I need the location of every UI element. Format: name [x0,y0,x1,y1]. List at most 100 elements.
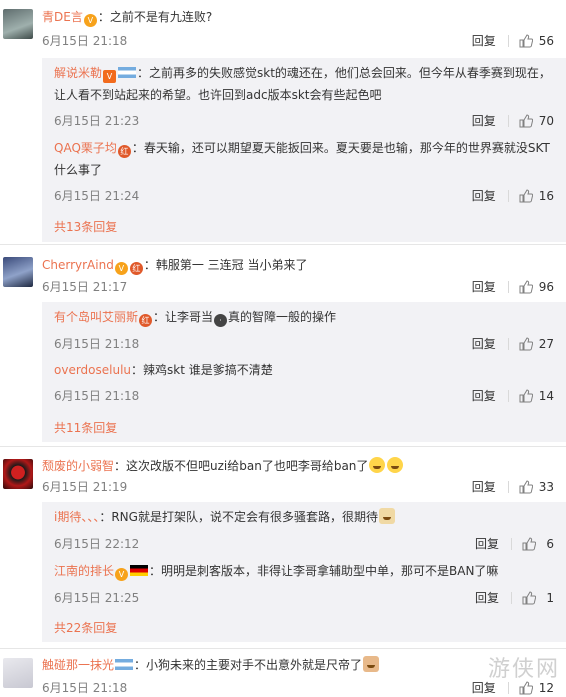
divider [507,34,509,47]
comment-text: ：小狗未来的主要对手不出意外就是尺帝了 [134,658,363,672]
comment-thread: 青DE言 V ：之前不是有九连败? 6月15日 21:18 回复 56 解说米勒 V：… [0,0,566,242]
thumbs-up-icon[interactable] [519,389,533,403]
reply-item: 解说米勒 V ：之前再多的失败感觉skt的魂还在，他们总会回来。但今年从春季赛到现在… [54,62,554,128]
username-link[interactable]: 触碰那一抹光 [42,658,114,672]
member-badge-icon: 红 [129,262,143,275]
avatar[interactable] [3,9,33,39]
member-badge-icon: 红 [117,145,131,158]
username-link[interactable]: 有个岛叫艾丽斯 [54,310,138,324]
timestamp: 6月15日 21:18 [42,681,128,695]
reply-item: QAQ栗子均红：春天输，还可以期望夏天能扳回来。夏天要是也输，那今年的世界赛就没… [54,137,554,203]
germany-flag-icon [130,565,149,576]
replies-panel: i期待、、、：RNG就是打架队，说不定会有很多骚套路，很期待 6月15日 22:… [42,502,566,642]
avatar[interactable] [3,459,33,489]
reply-text: 真的智障一般的操作 [228,310,337,324]
comment-thread: 触碰那一抹光 ：小狗未来的主要对手不出意外就是尺帝了 6月15日 21:18 回复… [0,649,566,697]
thumbs-up-icon[interactable] [519,279,533,294]
divider [507,480,509,493]
timestamp: 6月15日 21:18 [54,337,140,351]
argentina-flag-icon [118,67,137,78]
timestamp: 6月15日 21:18 [54,389,140,403]
thumbs-up-icon[interactable] [522,537,536,551]
thumbs-up-icon[interactable] [519,114,533,128]
reply-button[interactable]: 回复 [472,478,496,495]
like-count: 96 [538,279,554,294]
more-replies-link[interactable]: 共11条回复 [54,419,117,436]
replies-panel: 解说米勒 V ：之前再多的失败感觉skt的魂还在，他们总会回来。但今年从春季赛到现在… [42,58,566,242]
reply-text: ：让李哥当 [153,310,214,324]
cat-emoji-icon [363,656,380,672]
reply-button[interactable]: 回复 [475,533,499,555]
timestamp: 6月15日 21:23 [54,114,140,128]
divider [511,592,512,604]
timestamp: 6月15日 21:18 [42,34,128,48]
laughing-emoji-icon [387,457,404,473]
like-count: 70 [538,114,554,128]
timestamp: 6月15日 21:25 [54,591,140,605]
reply-item: overdoselulu：辣鸡skt 谁是爹搞不清楚 6月15日 21:18 回… [54,359,554,403]
username-link[interactable]: 江南的排长 [54,564,114,578]
reply-button[interactable]: 回复 [472,278,496,295]
like-count: 56 [538,33,554,48]
username-link[interactable]: i期待、、、 [54,510,99,524]
timestamp: 6月15日 21:17 [42,280,128,294]
doge-emoji-icon [378,508,395,524]
reply-item: 江南的排长 V ：明明是刺客版本，非得让李哥拿辅助型中单，那可不是BAN了嘛 6月1… [54,560,554,605]
divider [507,681,509,694]
reply-text: ：明明是刺客版本，非得让李哥拿辅助型中单，那可不是BAN了嘛 [149,564,499,578]
like-count: 14 [538,389,554,403]
reply-button[interactable]: 回复 [475,587,499,609]
member-badge-icon: V [83,14,97,27]
vip-badge-icon: V [103,70,117,83]
thumbs-up-icon[interactable] [522,591,536,605]
thumbs-up-icon[interactable] [519,479,533,494]
divider [507,338,509,350]
watermark: 游侠网 [487,657,560,682]
reply-button[interactable]: 回复 [472,32,496,49]
username-link[interactable]: 颓废的小弱智 [42,459,114,473]
username-link[interactable]: CherryrAind [42,258,114,272]
more-replies-link[interactable]: 共13条回复 [54,218,117,235]
reply-button[interactable]: 回复 [472,110,496,132]
divider [507,390,509,402]
reply-text: ：辣鸡skt 谁是爹搞不清楚 [131,363,273,377]
member-badge-icon: 红 [139,314,153,327]
comment-text: ：这次改版不但吧uzi给ban了也吧李哥给ban了 [114,459,369,473]
reply-item: i期待、、、：RNG就是打架队，说不定会有很多骚套路，很期待 6月15日 22:… [54,506,554,551]
replies-panel: 有个岛叫艾丽斯红：让李哥当 · 真的智障一般的操作 6月15日 21:18 回复 2… [42,302,566,442]
like-count: 27 [538,337,554,351]
avatar[interactable] [3,257,33,287]
reply-button[interactable]: 回复 [472,385,496,407]
like-count: 33 [538,479,554,494]
divider [507,190,509,202]
username-link[interactable]: 解说米勒 [54,66,102,80]
reply-button[interactable]: 回复 [472,185,496,207]
timestamp: 6月15日 22:12 [54,537,140,551]
comment-thread: 颓废的小弱智：这次改版不但吧uzi给ban了也吧李哥给ban了 6月15日 21… [0,447,566,642]
laughing-emoji-icon [369,457,386,473]
comment-text: ：韩服第一 三连冠 当小弟来了 [143,258,308,272]
thumbs-up-icon[interactable] [519,189,533,203]
timestamp: 6月15日 21:19 [42,480,128,494]
member-badge-icon: V [115,568,129,581]
like-count: 6 [546,537,554,551]
username-link[interactable]: QAQ栗子均 [54,141,117,155]
reply-text: ：RNG就是打架队，说不定会有很多骚套路，很期待 [99,510,378,524]
avatar[interactable] [3,658,33,688]
timestamp: 6月15日 21:24 [54,189,140,203]
like-count: 1 [546,591,554,605]
member-badge-icon: V [114,262,128,275]
argentina-flag-icon [115,659,134,670]
thumbs-up-icon[interactable] [519,337,533,351]
more-replies-link[interactable]: 共22条回复 [54,619,117,636]
reply-button[interactable]: 回复 [472,333,496,355]
thumbs-up-icon[interactable] [519,33,533,48]
username-link[interactable]: overdoselulu [54,363,131,377]
username-link[interactable]: 青DE言 [42,10,83,24]
comment-thread: CherryrAind V 红：韩服第一 三连冠 当小弟来了 6月15日 21:17… [0,245,566,442]
reply-item: 有个岛叫艾丽斯红：让李哥当 · 真的智障一般的操作 6月15日 21:18 回复 2… [54,306,554,351]
avatar-emoji-icon: · [214,314,228,327]
divider [511,538,512,550]
divider [507,115,509,127]
divider [507,280,509,293]
